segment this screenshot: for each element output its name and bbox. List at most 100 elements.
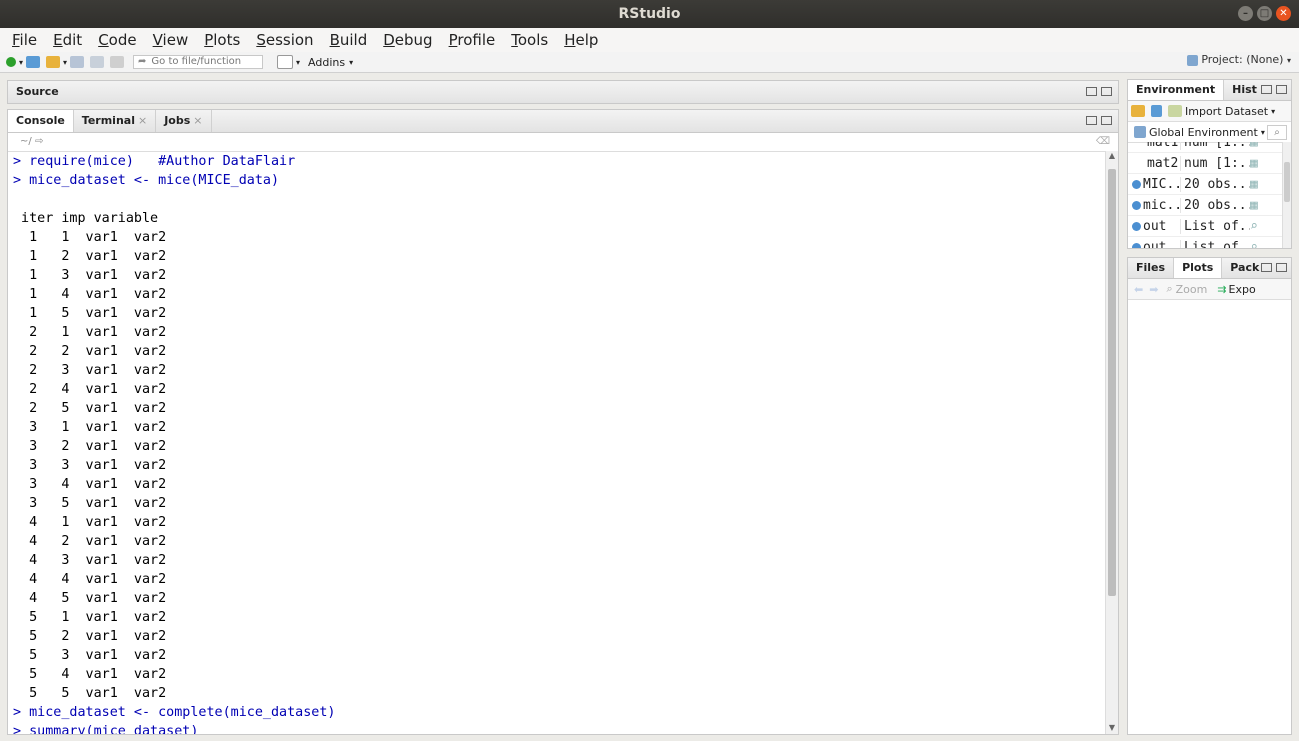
goto-dir-icon[interactable]: ⇨ xyxy=(35,136,43,147)
console-output-line: 1 1 var1 var2 xyxy=(13,230,167,245)
environment-pane: Environment Hist Import Dataset ▾ Global … xyxy=(1127,79,1292,249)
project-menu[interactable]: Project: (None) ▾ xyxy=(1186,53,1291,66)
expand-icon[interactable] xyxy=(1132,242,1141,248)
console-output[interactable]: > require(mice) #Author DataFlair > mice_… xyxy=(8,151,1118,734)
expand-icon[interactable] xyxy=(1132,221,1141,231)
console-output-line: 5 3 var1 var2 xyxy=(13,648,167,663)
minimize-icon[interactable]: – xyxy=(1238,6,1253,21)
table-view-icon[interactable]: ▦ xyxy=(1250,142,1264,150)
console-command-line: > mice_dataset <- mice(MICE_data) xyxy=(13,173,280,188)
env-scope-icon xyxy=(1134,126,1146,138)
console-pane: Console Terminal × Jobs × ~/ ⇨ ⌫ > require… xyxy=(7,109,1119,735)
tab-plots[interactable]: Plots xyxy=(1174,258,1223,278)
console-command-line: > require(mice) #Author DataFlair xyxy=(13,154,296,169)
global-environment-dropdown[interactable]: Global Environment xyxy=(1149,126,1258,139)
tab-console[interactable]: Console xyxy=(8,110,74,132)
menu-session[interactable]: Session xyxy=(248,31,321,49)
tab-jobs[interactable]: Jobs × xyxy=(156,110,212,132)
menu-file[interactable]: File xyxy=(4,31,45,49)
back-arrow-icon[interactable]: ⬅ xyxy=(1134,283,1143,296)
forward-arrow-icon[interactable]: ➡ xyxy=(1149,283,1158,296)
expand-icon[interactable] xyxy=(1132,200,1141,210)
env-var-value: num [1:... xyxy=(1180,155,1250,171)
restore-icon[interactable] xyxy=(1086,87,1097,96)
menu-help[interactable]: Help xyxy=(556,31,606,49)
minimize-pane-icon[interactable] xyxy=(1261,263,1272,272)
minimize-pane-icon[interactable] xyxy=(1086,116,1097,125)
save-all-icon[interactable] xyxy=(90,56,105,68)
new-file-icon[interactable] xyxy=(6,57,16,67)
menu-debug[interactable]: Debug xyxy=(375,31,440,49)
console-output-line: 4 3 var1 var2 xyxy=(13,553,167,568)
new-project-icon[interactable] xyxy=(26,56,41,68)
goto-file-input[interactable]: ➦ Go to file/function xyxy=(133,55,264,69)
save-icon[interactable] xyxy=(70,56,85,68)
console-output-line: 1 3 var1 var2 xyxy=(13,268,167,283)
addins-menu[interactable]: Addins xyxy=(308,56,345,69)
env-var-label: out xyxy=(1143,218,1167,234)
load-workspace-icon[interactable] xyxy=(1131,105,1145,117)
grid-icon[interactable] xyxy=(277,55,294,69)
maximize-icon[interactable]: □ xyxy=(1257,6,1272,21)
table-view-icon[interactable]: ▦ xyxy=(1250,156,1264,171)
tab-environment[interactable]: Environment xyxy=(1128,80,1225,100)
source-title: Source xyxy=(16,85,59,98)
plots-tabs: Files Plots Pack xyxy=(1128,258,1291,279)
env-tabs: Environment Hist xyxy=(1128,80,1291,101)
maximize-pane-icon[interactable] xyxy=(1276,85,1287,94)
console-output-line: 2 1 var1 var2 xyxy=(13,325,167,340)
env-row[interactable]: out List of...⌕ xyxy=(1128,216,1291,237)
console-path[interactable]: ~/ xyxy=(20,136,32,147)
menu-tools[interactable]: Tools xyxy=(503,31,556,49)
window-titlebar: RStudio – □ ✕ xyxy=(0,0,1299,28)
source-pane: Source xyxy=(7,80,1119,104)
env-var-name: mat2 xyxy=(1128,156,1180,171)
import-dataset-button[interactable]: Import Dataset xyxy=(1185,105,1268,118)
env-row[interactable]: MIC...20 obs....▦ xyxy=(1128,174,1291,195)
zoom-button[interactable]: Zoom xyxy=(1176,283,1208,296)
scrollbar-thumb[interactable] xyxy=(1108,169,1116,596)
magnify-icon[interactable]: ⌕ xyxy=(1250,240,1264,249)
env-var-value: List of xyxy=(1180,239,1250,248)
env-row[interactable]: mic...20 obs....▦ xyxy=(1128,195,1291,216)
menu-code[interactable]: Code xyxy=(90,31,144,49)
table-view-icon[interactable]: ▦ xyxy=(1250,177,1264,192)
save-workspace-icon[interactable] xyxy=(1151,105,1162,117)
env-search-icon[interactable]: ⌕ xyxy=(1267,124,1287,140)
project-label: Project: (None) xyxy=(1201,53,1284,66)
env-toolbar: Import Dataset ▾ xyxy=(1128,101,1291,122)
close-icon[interactable]: ✕ xyxy=(1276,6,1291,21)
menu-profile[interactable]: Profile xyxy=(441,31,504,49)
table-view-icon[interactable]: ▦ xyxy=(1250,198,1264,213)
open-file-icon[interactable] xyxy=(46,56,61,68)
menu-edit[interactable]: Edit xyxy=(45,31,90,49)
console-output-line: 2 2 var1 var2 xyxy=(13,344,167,359)
expand-icon[interactable] xyxy=(1132,179,1141,189)
maximize-pane-icon[interactable] xyxy=(1101,116,1112,125)
console-output-line: 2 4 var1 var2 xyxy=(13,382,167,397)
export-button[interactable]: Expo xyxy=(1229,283,1256,296)
env-var-name: mic... xyxy=(1128,198,1180,213)
maximize-pane-icon[interactable] xyxy=(1101,87,1112,96)
tab-terminal[interactable]: Terminal × xyxy=(74,110,157,132)
env-row[interactable]: mat2num [1:...▦ xyxy=(1128,153,1291,174)
tab-history[interactable]: Hist xyxy=(1224,80,1264,100)
print-icon[interactable] xyxy=(110,56,125,68)
env-row[interactable]: mat1num [1:...▦ xyxy=(1128,142,1291,153)
menu-view[interactable]: View xyxy=(145,31,197,49)
env-scrollbar[interactable] xyxy=(1282,142,1291,248)
env-var-label: mat1 xyxy=(1147,142,1179,150)
console-scrollbar[interactable]: ▲ ▼ xyxy=(1105,151,1118,734)
env-row[interactable]: out List of ⌕ xyxy=(1128,237,1291,248)
magnify-icon[interactable]: ⌕ xyxy=(1250,219,1264,234)
minimize-pane-icon[interactable] xyxy=(1261,85,1272,94)
menu-plots[interactable]: Plots xyxy=(196,31,248,49)
env-var-value: 20 obs.... xyxy=(1180,176,1250,192)
menu-build[interactable]: Build xyxy=(322,31,376,49)
maximize-pane-icon[interactable] xyxy=(1276,263,1287,272)
goto-placeholder: Go to file/function xyxy=(151,56,242,67)
broom-icon[interactable]: ⌫ xyxy=(1096,133,1110,151)
project-icon xyxy=(1186,54,1198,66)
tab-files[interactable]: Files xyxy=(1128,258,1175,278)
